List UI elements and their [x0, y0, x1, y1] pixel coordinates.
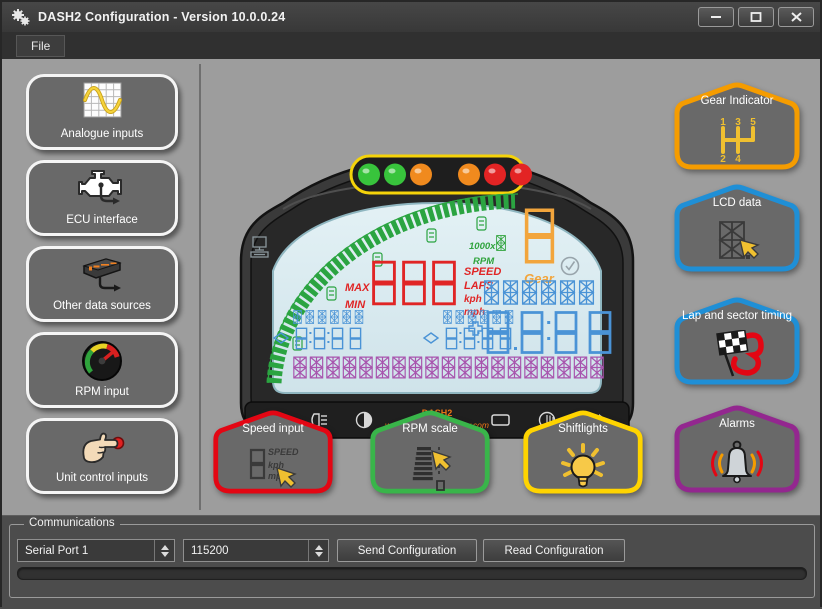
minimize-icon: [710, 12, 722, 22]
serial-port-value: Serial Port 1: [25, 545, 88, 557]
window-title: DASH2 Configuration - Version 10.0.0.24: [38, 10, 698, 24]
menu-file[interactable]: File: [16, 35, 65, 57]
svg-text:MAX: MAX: [345, 282, 370, 294]
hand-press-button-icon: [29, 426, 175, 468]
led-5: [484, 164, 506, 186]
rpm-bar-scale-cursor-icon: [368, 440, 492, 494]
chequered-flag-track-icon: [672, 327, 802, 381]
sine-wave-grid-icon: [29, 82, 175, 122]
sidebar-item-label: RPM input: [75, 386, 129, 398]
svg-text:mph: mph: [464, 307, 485, 318]
sidebar-item-analogue-inputs[interactable]: Analogue inputs: [26, 74, 178, 150]
light-bulb-icon: [521, 440, 645, 494]
sidebar-divider: [199, 64, 201, 510]
led-2: [384, 164, 406, 186]
close-button[interactable]: [778, 7, 814, 27]
updown-arrows-icon[interactable]: [308, 540, 328, 561]
maximize-button[interactable]: [738, 7, 774, 27]
svg-text:SPEED: SPEED: [268, 447, 299, 457]
svg-text:SPEED: SPEED: [464, 266, 501, 278]
sidebar-item-unit-control-inputs[interactable]: Unit control inputs: [26, 418, 178, 494]
svg-text:MIN: MIN: [345, 299, 366, 311]
shiftlights-button[interactable]: Shiftlights: [521, 410, 645, 500]
gear-indicator-button[interactable]: Gear Indicator 13524: [672, 82, 802, 172]
svg-text:5: 5: [750, 117, 756, 128]
speed-display-cursor-icon: SPEEDkphmph: [211, 440, 335, 494]
lcd-data-button[interactable]: LCD data: [672, 184, 802, 274]
svg-text:1: 1: [720, 117, 726, 128]
baud-rate-value: 115200: [191, 545, 229, 557]
gear-shift-pattern-icon: 135 2 4: [672, 112, 802, 166]
sidebar-item-label: ECU interface: [66, 214, 138, 226]
speed-input-button[interactable]: Speed input SPEEDkphmph: [211, 410, 335, 500]
shiftlight-led-strip: [351, 156, 532, 193]
baud-rate-select[interactable]: 115200: [183, 539, 329, 562]
svg-text:Gear: Gear: [524, 271, 555, 286]
led-3: [410, 164, 432, 186]
svg-text:kph: kph: [268, 460, 285, 470]
sidebar-item-label: Unit control inputs: [56, 472, 148, 484]
maximize-icon: [750, 12, 762, 22]
sidebar-item-label: Analogue inputs: [61, 128, 143, 140]
transfer-progress-bar: [17, 567, 807, 580]
engine-icon: [29, 168, 175, 210]
communications-label: Communications: [24, 517, 120, 529]
rpm-gauge-icon: [29, 340, 175, 382]
updown-arrows-icon[interactable]: [154, 540, 174, 561]
led-1: [358, 164, 380, 186]
sidebar-item-ecu-interface[interactable]: ECU interface: [26, 160, 178, 236]
title-bar: DASH2 Configuration - Version 10.0.0.24: [2, 2, 820, 32]
menu-bar: File: [2, 32, 820, 59]
alarms-button[interactable]: Alarms: [672, 405, 802, 495]
serial-port-select[interactable]: Serial Port 1: [17, 539, 175, 562]
sidebar-item-label: Other data sources: [53, 300, 151, 312]
lcd-segment-cursor-icon: [672, 214, 802, 268]
communications-groupbox: Communications Serial Port 1 115200 Send…: [9, 524, 815, 598]
send-configuration-button[interactable]: Send Configuration: [337, 539, 477, 562]
gears-icon: [10, 7, 32, 27]
minimize-button[interactable]: [698, 7, 734, 27]
svg-text:LAPS: LAPS: [464, 280, 494, 292]
rpm-scale-button[interactable]: RPM scale: [368, 410, 492, 500]
svg-text:2: 2: [720, 154, 726, 162]
svg-text:kph: kph: [464, 294, 482, 305]
sidebar-item-other-data-sources[interactable]: Other data sources: [26, 246, 178, 322]
read-configuration-button[interactable]: Read Configuration: [483, 539, 625, 562]
alarm-bell-icon: [672, 435, 802, 489]
lap-and-sector-timing-button[interactable]: Lap and sector timing: [672, 297, 802, 387]
sidebar-item-rpm-input[interactable]: RPM input: [26, 332, 178, 408]
svg-text:3: 3: [735, 117, 741, 128]
close-icon: [791, 12, 802, 22]
communications-panel: Communications Serial Port 1 115200 Send…: [2, 515, 820, 609]
app-window: DASH2 Configuration - Version 10.0.0.24 …: [0, 0, 822, 607]
led-4: [458, 164, 480, 186]
svg-text:4: 4: [735, 154, 741, 162]
dash2-device-preview: 1000x RPM Gear MAX MIN SPEED: [217, 131, 657, 457]
main-area: Analogue inputs ECU interface Other data…: [2, 59, 820, 515]
svg-text:1000x: 1000x: [469, 241, 496, 252]
led-6: [510, 164, 532, 186]
data-logger-icon: [29, 254, 175, 296]
